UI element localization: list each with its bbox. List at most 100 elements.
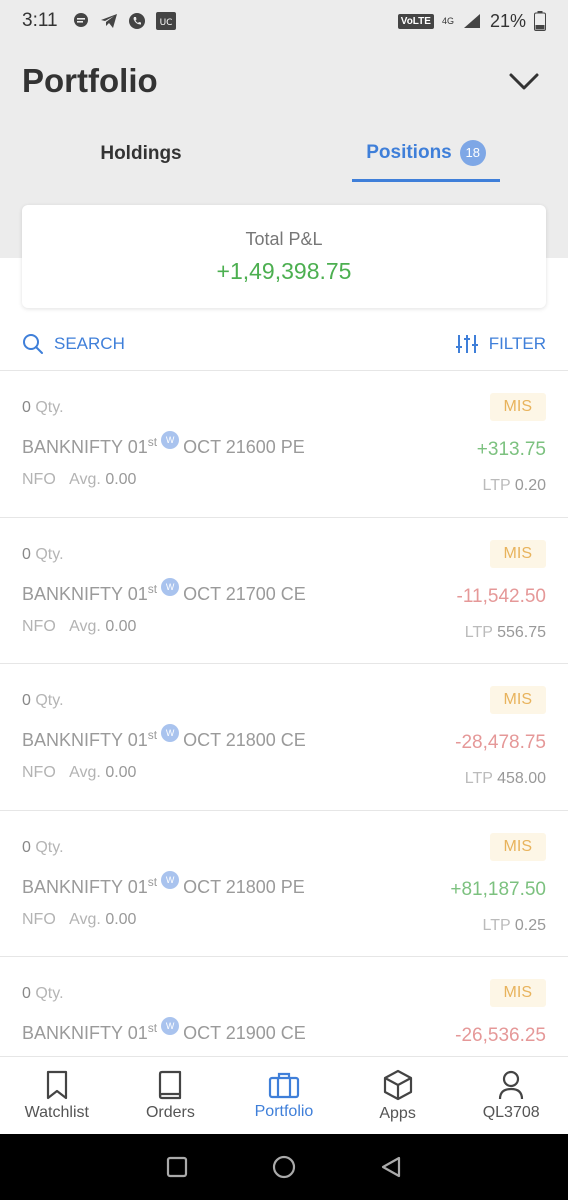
status-time: 3:11 bbox=[22, 10, 58, 31]
weekly-expiry-badge: W bbox=[161, 431, 180, 449]
weekly-expiry-badge: W bbox=[161, 1017, 180, 1035]
filter-sliders-icon bbox=[455, 335, 478, 353]
home-icon[interactable] bbox=[272, 1155, 296, 1179]
tab-positions[interactable]: Positions 18 bbox=[352, 126, 500, 182]
avg-label: Avg. bbox=[69, 910, 101, 928]
symbol-expiry: OCT 21800 CE bbox=[183, 730, 306, 750]
position-pnl: +81,187.50 bbox=[450, 878, 546, 900]
page-title: Portfolio bbox=[22, 62, 158, 99]
total-pnl-card: Total P&L +1,49,398.75 bbox=[22, 205, 546, 308]
qty-value: 0 bbox=[22, 838, 31, 856]
avg-value: 0.00 bbox=[105, 471, 137, 488]
qty-label: Qty. bbox=[35, 399, 64, 416]
qty-value: 0 bbox=[22, 692, 31, 709]
position-ltp: LTP 0.20 bbox=[483, 477, 546, 495]
uc-browser-icon: UC bbox=[155, 12, 176, 30]
position-row[interactable]: 0 Qty. BANKNIFTY 01st W OCT 21800 CE NFO A… bbox=[0, 664, 568, 811]
weekly-expiry-badge: W bbox=[161, 577, 180, 596]
collapse-button[interactable] bbox=[502, 64, 546, 100]
position-qty: 0 Qty. bbox=[22, 399, 64, 417]
ltp-value: 458.00 bbox=[497, 770, 546, 787]
product-badge: MIS bbox=[489, 393, 546, 421]
position-qty: 0 Qty. bbox=[22, 839, 64, 857]
recent-apps-icon[interactable] bbox=[166, 1156, 188, 1178]
nav-portfolio[interactable]: Portfolio bbox=[227, 1057, 341, 1134]
product-badge: MIS bbox=[489, 539, 546, 568]
position-row[interactable]: 0 Qty. BANKNIFTY 01st W OCT 21600 PE NFO A… bbox=[0, 371, 568, 518]
total-pnl-label: Total P&L bbox=[245, 229, 323, 249]
positions-count-badge: 18 bbox=[459, 139, 486, 166]
status-right: VoLTE 4G 21% bbox=[397, 11, 546, 32]
position-row[interactable]: 0 Qty. BANKNIFTY 01st W OCT 21800 PE NFO A… bbox=[0, 811, 568, 957]
symbol-name: BANKNIFTY 01 bbox=[22, 583, 148, 604]
avg-value: 0.00 bbox=[105, 617, 137, 635]
position-symbol: BANKNIFTY 01st W OCT 21700 CE bbox=[22, 577, 306, 605]
exchange-label: NFO bbox=[22, 471, 56, 488]
weekly-expiry-badge: W bbox=[161, 870, 180, 889]
bookmark-icon bbox=[46, 1070, 67, 1099]
product-badge: MIS bbox=[489, 979, 546, 1007]
search-label: SEARCH bbox=[54, 334, 125, 353]
symbol-name: BANKNIFTY 01 bbox=[22, 1023, 148, 1043]
position-pnl: -28,478.75 bbox=[455, 732, 546, 753]
symbol-expiry: OCT 21600 PE bbox=[183, 437, 305, 457]
ltp-value: 0.20 bbox=[514, 477, 546, 494]
search-button[interactable]: SEARCH bbox=[22, 333, 125, 355]
position-pnl: +313.75 bbox=[476, 439, 546, 460]
position-ltp: LTP 458.00 bbox=[465, 770, 546, 788]
box-icon bbox=[383, 1069, 412, 1100]
position-pnl: -26,536.25 bbox=[455, 1025, 546, 1046]
position-exchange: NFO Avg. 0.00 bbox=[22, 911, 136, 929]
date-suffix: st bbox=[147, 874, 158, 889]
avg-label: Avg. bbox=[69, 471, 101, 488]
position-symbol: BANKNIFTY 01st W OCT 21600 PE bbox=[22, 431, 305, 458]
position-exchange: NFO Avg. 0.00 bbox=[22, 618, 136, 636]
signal-icon bbox=[463, 14, 480, 28]
nav-apps-label: Apps bbox=[379, 1104, 416, 1122]
tab-holdings-label: Holdings bbox=[100, 143, 182, 164]
ltp-label: LTP bbox=[482, 477, 511, 494]
symbol-expiry: OCT 21900 CE bbox=[183, 1023, 306, 1043]
chat-notification-icon bbox=[73, 13, 88, 27]
qty-value: 0 bbox=[22, 545, 31, 563]
qty-label: Qty. bbox=[35, 838, 64, 856]
nav-profile[interactable]: QL3708 bbox=[454, 1057, 568, 1134]
battery-icon bbox=[534, 11, 546, 31]
date-suffix: st bbox=[147, 435, 158, 449]
bottom-nav: Watchlist Orders Portfolio Apps QL3708 bbox=[0, 1056, 568, 1134]
ltp-value: 556.75 bbox=[497, 623, 546, 641]
tab-holdings[interactable]: Holdings bbox=[60, 126, 222, 182]
position-ltp: LTP 0.25 bbox=[483, 917, 546, 935]
ltp-label: LTP bbox=[464, 770, 493, 787]
avg-label: Avg. bbox=[69, 617, 101, 635]
position-row[interactable]: 0 Qty. BANKNIFTY 01st W OCT 21900 CE MIS -… bbox=[0, 957, 568, 1056]
position-qty: 0 Qty. bbox=[22, 546, 64, 564]
qty-label: Qty. bbox=[35, 692, 64, 709]
date-suffix: st bbox=[147, 581, 158, 596]
nav-orders[interactable]: Orders bbox=[114, 1057, 228, 1134]
date-suffix: st bbox=[147, 1021, 158, 1035]
back-icon[interactable] bbox=[380, 1156, 402, 1178]
product-badge: MIS bbox=[489, 832, 546, 861]
volte-indicator: VoLTE bbox=[397, 13, 434, 29]
search-icon bbox=[23, 334, 43, 354]
nav-watchlist[interactable]: Watchlist bbox=[0, 1057, 114, 1134]
position-symbol: BANKNIFTY 01st W OCT 21800 PE bbox=[22, 870, 305, 898]
symbol-name: BANKNIFTY 01 bbox=[22, 437, 148, 457]
book-icon bbox=[159, 1070, 182, 1099]
qty-value: 0 bbox=[22, 985, 31, 1002]
nav-portfolio-label: Portfolio bbox=[254, 1102, 314, 1120]
avg-label: Avg. bbox=[69, 764, 101, 781]
system-navigation-bar bbox=[0, 1134, 568, 1200]
position-row[interactable]: 0 Qty. BANKNIFTY 01st W OCT 21700 CE NFO A… bbox=[0, 518, 568, 664]
user-icon bbox=[499, 1070, 524, 1099]
telegram-icon bbox=[100, 14, 117, 28]
positions-list: 0 Qty. BANKNIFTY 01st W OCT 21600 PE NFO A… bbox=[0, 370, 568, 1056]
symbol-expiry: OCT 21800 PE bbox=[183, 876, 305, 897]
position-pnl: -11,542.50 bbox=[456, 585, 546, 607]
position-exchange: NFO Avg. 0.00 bbox=[22, 764, 136, 782]
filter-button[interactable]: FILTER bbox=[455, 333, 546, 355]
nav-apps[interactable]: Apps bbox=[341, 1057, 455, 1134]
position-ltp: LTP 556.75 bbox=[465, 624, 546, 642]
filter-label: FILTER bbox=[488, 334, 546, 353]
